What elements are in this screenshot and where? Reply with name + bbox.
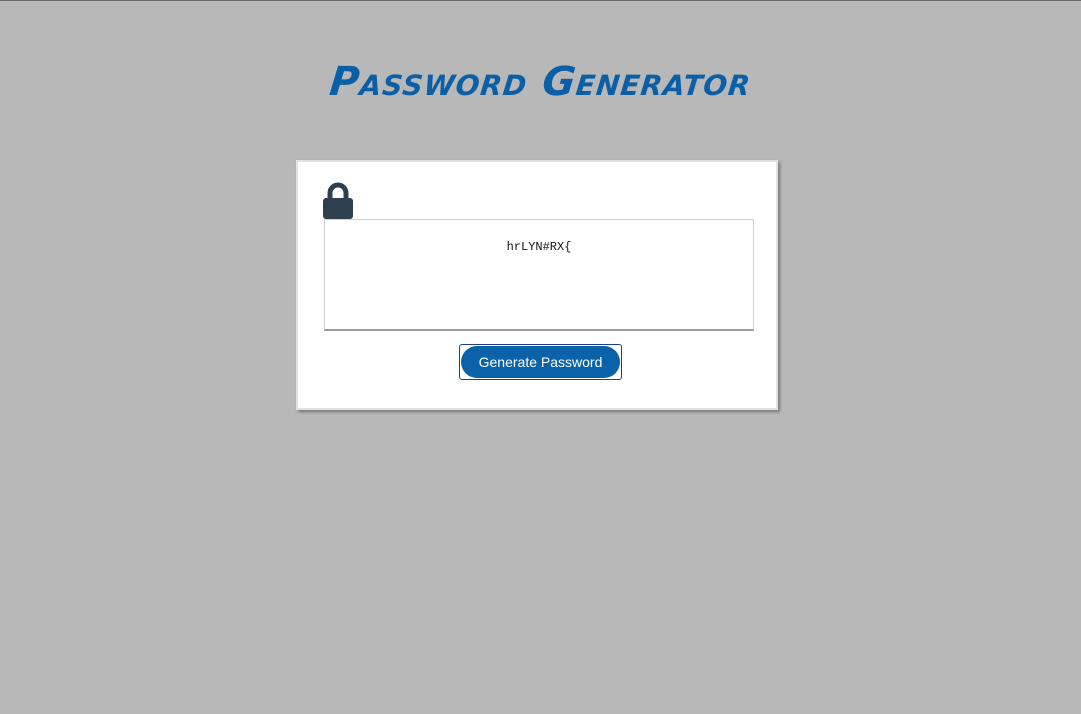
page-title: Password Generator — [327, 59, 754, 105]
lock-icon — [322, 182, 354, 220]
generate-button-label: Generate Password — [461, 346, 620, 378]
password-output[interactable]: hrLYN#RX{ — [324, 219, 754, 331]
password-card: hrLYN#RX{ Generate Password — [296, 160, 778, 410]
generate-password-button[interactable]: Generate Password — [459, 344, 622, 380]
